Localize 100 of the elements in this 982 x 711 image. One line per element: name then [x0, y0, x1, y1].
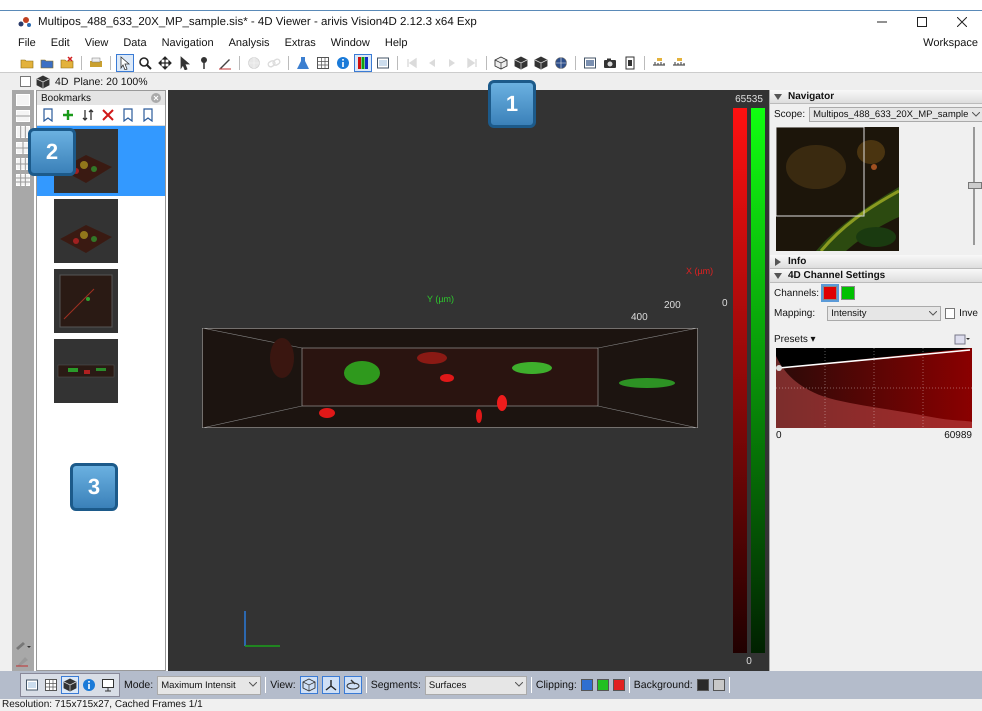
mode-label: Mode: — [124, 679, 154, 691]
search-icon — [138, 56, 152, 70]
panel-title: Bookmarks — [41, 92, 92, 104]
toolbar-button[interactable] — [492, 54, 510, 72]
view-tool-button[interactable] — [344, 676, 362, 694]
clipping-swatch[interactable] — [612, 679, 625, 691]
sphere-icon — [247, 56, 261, 70]
bookmark-icon — [121, 108, 135, 122]
caret-right-icon — [774, 258, 782, 266]
bookmark-icon — [41, 108, 55, 122]
clipping-swatch[interactable] — [580, 679, 593, 691]
view-mode-button[interactable] — [42, 676, 60, 694]
section-header[interactable]: 4D Channel Settings — [770, 269, 982, 283]
background-swatch[interactable] — [696, 679, 709, 691]
view-tool-button[interactable] — [322, 676, 340, 694]
menu-item[interactable]: Navigation — [162, 37, 214, 49]
segments-label: Segments: — [370, 679, 421, 691]
menu-item[interactable]: Analysis — [228, 37, 270, 49]
folder-icon[interactable] — [954, 333, 970, 345]
section-header[interactable]: Navigator — [770, 90, 982, 104]
table-icon — [316, 56, 330, 70]
sort-icon — [81, 108, 95, 122]
axis-label: Y (µm) — [427, 294, 454, 304]
presets-menu[interactable]: Presets ▾ — [774, 333, 816, 345]
delete-icon — [101, 108, 115, 122]
single-icon — [25, 678, 39, 692]
checkbox[interactable] — [20, 76, 31, 87]
workspace-menu[interactable]: Workspace — [923, 37, 978, 49]
arrow-icon — [178, 56, 192, 70]
mode-dropdown[interactable]: Maximum Intensit — [157, 676, 262, 694]
axis-max-label: 60989 — [944, 430, 972, 441]
menu-item[interactable]: View — [84, 37, 108, 49]
cube-icon — [63, 678, 77, 692]
link-icon — [267, 56, 281, 70]
channel-swatch[interactable] — [841, 286, 856, 300]
toolbar-button[interactable] — [532, 54, 550, 72]
callout-tooltip: 1 — [488, 80, 536, 128]
close-icon — [957, 17, 967, 27]
section-header[interactable]: Info — [770, 255, 982, 269]
background-swatch[interactable] — [712, 679, 725, 691]
colorbar-max-label: 65535 — [735, 94, 763, 105]
rotate-icon — [302, 678, 316, 692]
toolbar-button[interactable] — [354, 54, 372, 72]
presentation-icon — [101, 678, 115, 692]
channel-swatch[interactable] — [823, 286, 838, 300]
tick-label: 0 — [722, 298, 728, 309]
scope-dropdown[interactable]: Multipos_488_633_20X_MP_sample — [809, 107, 982, 122]
menu-item[interactable]: Data — [123, 37, 147, 49]
box-icon — [494, 56, 508, 70]
invert-checkbox[interactable] — [944, 308, 956, 319]
layout-icon[interactable] — [16, 158, 30, 170]
pointer-icon — [118, 56, 132, 70]
layout-icon[interactable] — [16, 126, 30, 138]
mapping-dropdown[interactable]: Intensity — [827, 306, 941, 321]
colorbar-min-label: 0 — [746, 656, 752, 667]
chevron-down-icon — [514, 682, 523, 688]
channels-icon — [356, 56, 370, 70]
menu-item[interactable]: Extras — [284, 37, 316, 49]
move-icon — [158, 56, 172, 70]
view-tool-button[interactable] — [300, 676, 318, 694]
layout-icon[interactable] — [16, 142, 30, 154]
channels-label: Channels: — [774, 288, 820, 298]
mapping-label: Mapping: — [774, 308, 816, 319]
view-mode-button[interactable] — [61, 676, 79, 694]
zoom-slider[interactable] — [968, 127, 980, 245]
axis-label: X (µm) — [686, 266, 714, 276]
menu-item[interactable]: File — [18, 37, 36, 49]
bookmark-icon — [141, 108, 155, 122]
callout-tooltip: 3 — [70, 463, 118, 511]
folder-x-icon — [60, 56, 74, 70]
caret-down-icon — [774, 92, 782, 100]
film-icon — [623, 56, 637, 70]
first-icon — [405, 56, 419, 70]
segments-dropdown[interactable]: Surfaces — [424, 676, 527, 694]
cube-icon — [534, 56, 548, 70]
panel-icon — [376, 56, 390, 70]
cube-icon — [36, 74, 50, 88]
invert-label: Inve — [959, 308, 978, 319]
toolbar-button[interactable] — [156, 54, 174, 72]
flask-icon — [296, 56, 310, 70]
globe-icon — [554, 56, 568, 70]
menu-item[interactable]: Edit — [50, 37, 70, 49]
document-icon — [583, 56, 597, 70]
chevron-down-icon — [249, 682, 258, 688]
chevron-down-icon — [972, 112, 980, 118]
caret-down-icon — [774, 272, 782, 280]
menu-item[interactable]: Window — [330, 37, 370, 49]
scope-label: Scope: — [774, 109, 806, 120]
menu-item[interactable]: Help — [384, 37, 408, 49]
clipping-label: Clipping: — [536, 679, 577, 691]
axis-gizmo-icon — [244, 611, 280, 647]
clipping-swatch[interactable] — [596, 679, 609, 691]
grid-icon — [44, 678, 58, 692]
chevron-down-icon — [928, 310, 937, 316]
maximize-icon — [917, 17, 927, 27]
view-mode-button[interactable] — [99, 676, 117, 694]
printer-icon — [89, 56, 103, 70]
axes-icon — [324, 678, 338, 692]
toolbar-button[interactable] — [512, 54, 530, 72]
toolbar-button[interactable] — [116, 54, 134, 72]
